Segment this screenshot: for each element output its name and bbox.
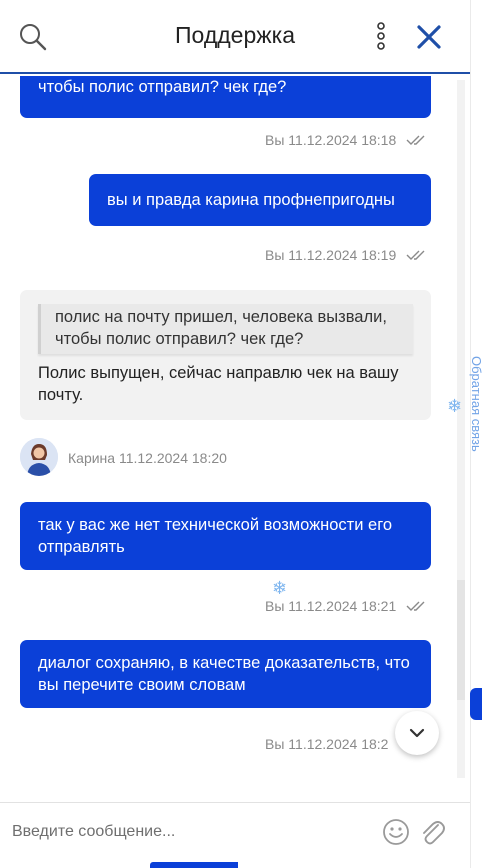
side-floating-tab[interactable]: [470, 688, 482, 720]
agent-label: Карина 11.12.2024 18:20: [68, 450, 227, 466]
agent-avatar-icon: [20, 438, 58, 476]
scroll-to-bottom-button[interactable]: [395, 711, 439, 755]
snowflake-icon: ❄: [272, 578, 288, 598]
double-check-icon: [406, 250, 425, 260]
message-text: вы и правда карина профнепригодны: [107, 191, 395, 209]
message-meta: Вы 11.12.2024 18:21: [265, 598, 397, 614]
message-meta: Вы 11.12.2024 18:19: [265, 247, 397, 263]
avatar: [20, 438, 58, 476]
outgoing-message: чтобы полис отправил? чек где?: [20, 76, 431, 118]
message-meta: Вы 11.12.2024 18:2: [265, 736, 389, 752]
scrollbar-thumb[interactable]: [457, 580, 465, 700]
outgoing-message: вы и правда карина профнепригодны: [89, 174, 431, 226]
message-text: диалог сохраняю, в качестве доказательст…: [38, 654, 410, 694]
message-text: Полис выпущен, сейчас направлю чек на ва…: [38, 364, 399, 404]
snowflake-icon: ❄: [447, 396, 463, 416]
close-icon[interactable]: [414, 22, 444, 52]
paperclip-icon[interactable]: [418, 816, 446, 848]
support-chat-panel: Поддержка чтобы полис отправил? чек где?…: [0, 0, 470, 868]
feedback-side-tab-label[interactable]: Обратная связь: [469, 356, 482, 506]
double-check-icon: [406, 601, 425, 611]
outgoing-message: диалог сохраняю, в качестве доказательст…: [20, 640, 431, 708]
chevron-down-icon: [409, 728, 425, 738]
message-text: чтобы полис отправил? чек где?: [38, 78, 287, 96]
smile-icon[interactable]: [382, 818, 410, 846]
message-list[interactable]: чтобы полис отправил? чек где? Вы 11.12.…: [0, 76, 470, 802]
chat-header: Поддержка: [0, 0, 470, 74]
bottom-accent-bar: [150, 862, 238, 868]
message-input[interactable]: [12, 817, 372, 847]
outgoing-message: так у вас же нет технической возможности…: [20, 502, 431, 570]
message-meta: Вы 11.12.2024 18:18: [265, 132, 397, 148]
incoming-message: полис на почту пришел, человека вызвали,…: [20, 290, 431, 420]
quoted-message: полис на почту пришел, человека вызвали,…: [38, 304, 413, 354]
message-text: так у вас же нет технической возможности…: [38, 516, 393, 556]
double-check-icon: [406, 135, 425, 145]
more-vertical-icon[interactable]: [374, 20, 388, 52]
page-title: Поддержка: [175, 22, 295, 48]
